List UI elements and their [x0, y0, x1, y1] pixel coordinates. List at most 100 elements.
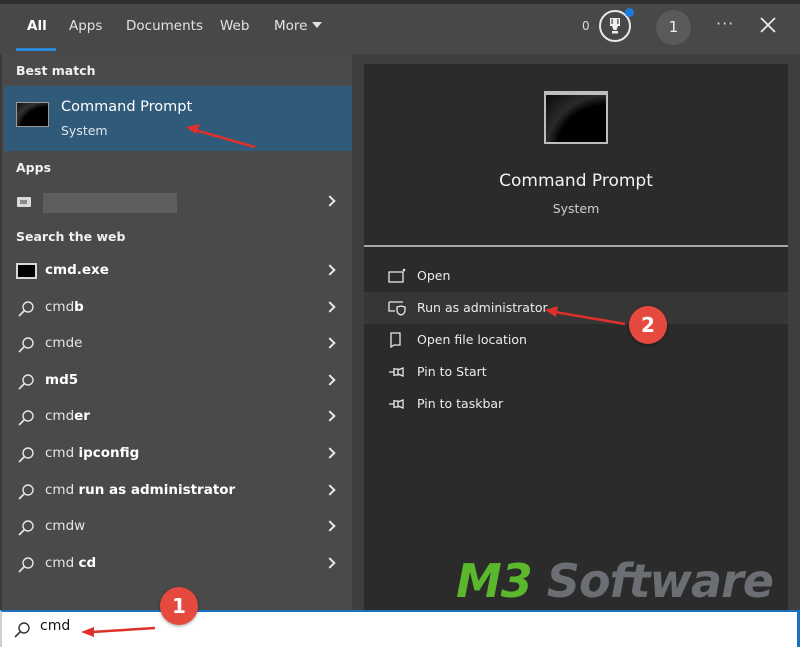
tab-documents[interactable]: Documents	[126, 18, 203, 34]
admin-shield-icon	[388, 301, 406, 316]
web-result-item[interactable]: cmd.exe	[4, 253, 354, 289]
notification-dot	[625, 8, 634, 17]
pin-icon	[389, 399, 404, 409]
chevron-right-icon[interactable]	[324, 374, 336, 386]
web-result-label: md5	[45, 372, 78, 388]
web-result-item[interactable]: md5	[4, 363, 354, 399]
tab-all[interactable]: All	[27, 18, 47, 34]
command-prompt-large-icon	[544, 91, 608, 144]
search-icon	[18, 300, 34, 317]
app-result-item[interactable]	[4, 184, 354, 220]
search-icon	[18, 447, 34, 463]
command-prompt-icon	[16, 102, 49, 127]
trophy-icon	[610, 18, 620, 34]
web-result-item[interactable]: cmd ipconfig	[4, 436, 354, 472]
chevron-right-icon[interactable]	[324, 300, 336, 313]
search-icon	[14, 622, 30, 638]
top-edge	[0, 0, 800, 4]
action-run-as-administrator[interactable]: Run as administrator	[364, 292, 788, 324]
query-suggestion: ipconfig	[78, 445, 140, 461]
web-result-item[interactable]: cmd run as administrator	[4, 473, 354, 509]
query-prefix: cmd	[45, 408, 75, 425]
chevron-right-icon[interactable]	[324, 520, 336, 532]
app-icon	[17, 197, 31, 207]
chevron-right-icon[interactable]	[324, 483, 336, 496]
chevron-right-icon[interactable]	[324, 410, 336, 423]
query-prefix: cmd	[45, 481, 79, 498]
open-window-icon	[388, 268, 406, 283]
web-result-item[interactable]: cmd cd	[4, 546, 354, 582]
preview-title: Command Prompt	[499, 171, 653, 191]
best-match-item[interactable]: Command Prompt System	[4, 86, 354, 151]
web-result-item[interactable]: cmdb	[4, 290, 354, 326]
action-label: Pin to taskbar	[417, 396, 504, 411]
query-suggestion: cd	[78, 554, 97, 571]
search-icon	[18, 483, 34, 500]
query-prefix: cmdw	[45, 518, 86, 535]
caret-down-icon	[312, 22, 323, 28]
web-result-label: cmd ipconfig	[45, 445, 139, 461]
watermark-software: Software	[531, 554, 774, 608]
preview-card: Command Prompt System Open Run as admini…	[364, 64, 788, 610]
account-avatar[interactable]: 1	[656, 10, 691, 45]
preview-panel: Command Prompt System Open Run as admini…	[352, 54, 800, 610]
tab-more[interactable]: More	[274, 18, 323, 34]
web-result-item[interactable]: cmdw	[4, 509, 354, 545]
query-prefix: cmd	[45, 554, 79, 571]
tab-web[interactable]: Web	[220, 18, 249, 34]
step-2-badge: 2	[629, 306, 667, 344]
chevron-right-icon[interactable]	[324, 195, 336, 207]
best-match-type: System	[61, 123, 108, 138]
search-icon	[18, 410, 34, 426]
query-suggestion: run as administrator	[78, 481, 236, 498]
action-open[interactable]: Open	[364, 260, 788, 292]
more-options-button[interactable]: ···	[716, 14, 734, 33]
divider	[364, 245, 788, 247]
action-pin-to-start[interactable]: Pin to Start	[364, 356, 788, 388]
web-result-label: cmdw	[45, 518, 85, 534]
command-prompt-icon	[16, 263, 37, 279]
search-icon	[18, 557, 34, 573]
rewards-points: 0	[582, 19, 590, 33]
file-location-icon	[390, 332, 401, 348]
query-suggestion: b	[74, 298, 84, 315]
action-label: Run as administrator	[417, 300, 548, 315]
rewards-button[interactable]	[599, 8, 634, 42]
search-input[interactable]	[40, 618, 740, 634]
web-result-item[interactable]: cmder	[4, 399, 354, 435]
best-match-name: Command Prompt	[61, 99, 193, 115]
close-icon[interactable]	[758, 14, 778, 36]
query-prefix: cmde	[45, 335, 83, 352]
web-result-label: cmder	[45, 408, 90, 424]
search-icon	[18, 337, 34, 353]
redacted-app-name	[43, 193, 177, 213]
search-web-heading: Search the web	[16, 229, 126, 244]
query-suggestion: cmd.exe	[45, 262, 109, 278]
pin-icon	[389, 367, 404, 377]
watermark-logo: M3 Software	[456, 558, 774, 604]
tab-apps[interactable]: Apps	[69, 18, 102, 34]
chevron-right-icon[interactable]	[324, 337, 336, 349]
action-pin-to-taskbar[interactable]: Pin to taskbar	[364, 388, 788, 420]
query-prefix: cmd	[45, 445, 79, 461]
query-prefix: cmd	[45, 298, 75, 315]
step-1-badge: 1	[160, 587, 198, 625]
search-icon	[18, 374, 34, 390]
action-label: Pin to Start	[417, 364, 487, 379]
preview-subtitle: System	[552, 201, 600, 216]
web-result-item[interactable]: cmde	[4, 326, 354, 362]
action-open-file-location[interactable]: Open file location	[364, 324, 788, 356]
chevron-right-icon[interactable]	[324, 557, 336, 569]
top-bar: All Apps Documents Web More 0 1 ···	[0, 0, 800, 54]
watermark-m3: M3	[456, 554, 533, 608]
search-icon	[18, 520, 34, 536]
active-tab-indicator	[16, 48, 56, 51]
apps-heading: Apps	[16, 160, 52, 175]
chevron-right-icon[interactable]	[324, 447, 336, 459]
chevron-right-icon[interactable]	[324, 264, 336, 276]
web-result-label: cmd run as administrator	[45, 482, 235, 498]
action-label: Open	[417, 268, 451, 283]
query-suggestion: md5	[45, 371, 79, 388]
action-label: Open file location	[417, 332, 527, 347]
web-result-label: cmdb	[45, 299, 84, 315]
